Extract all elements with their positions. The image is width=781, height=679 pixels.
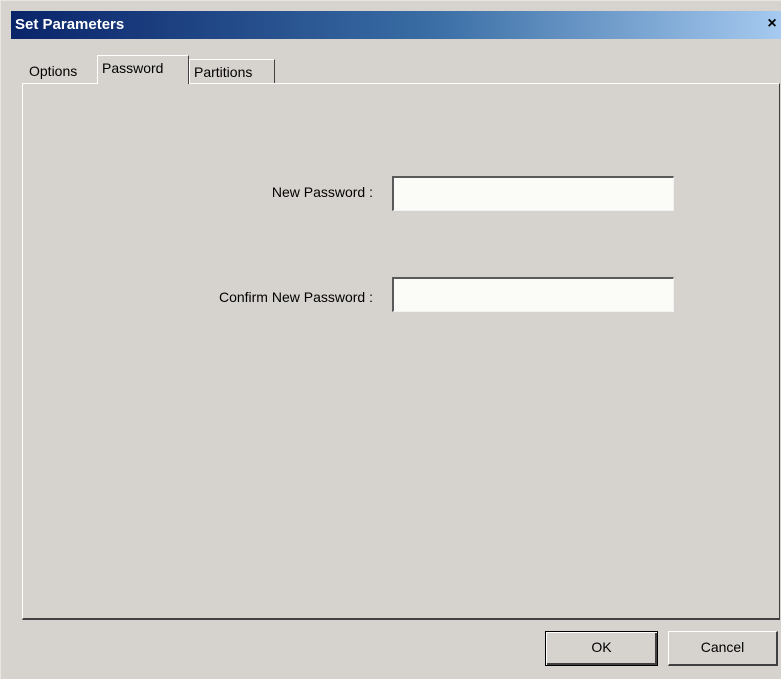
tab-partitions-label: Partitions: [194, 64, 253, 80]
ok-button[interactable]: OK: [545, 631, 658, 666]
dialog-title: Set Parameters: [15, 16, 125, 33]
close-icon[interactable]: ×: [764, 16, 780, 32]
title-bar[interactable]: Set Parameters ×: [11, 11, 781, 39]
cancel-button[interactable]: Cancel: [668, 631, 778, 666]
tab-password-label: Password: [102, 60, 164, 76]
tab-password[interactable]: Password: [97, 55, 189, 84]
tab-options[interactable]: Options: [25, 59, 97, 83]
tab-partitions[interactable]: Partitions: [189, 59, 275, 83]
confirm-password-label: Confirm New Password :: [218, 289, 373, 305]
set-parameters-dialog: Set Parameters × Options Password Partit…: [0, 0, 781, 679]
tab-options-label: Options: [29, 63, 78, 79]
new-password-field[interactable]: [392, 176, 674, 211]
confirm-password-field[interactable]: [392, 277, 674, 312]
new-password-label: New Password :: [271, 184, 373, 200]
password-tab-panel: New Password : Confirm New Password :: [22, 83, 780, 620]
